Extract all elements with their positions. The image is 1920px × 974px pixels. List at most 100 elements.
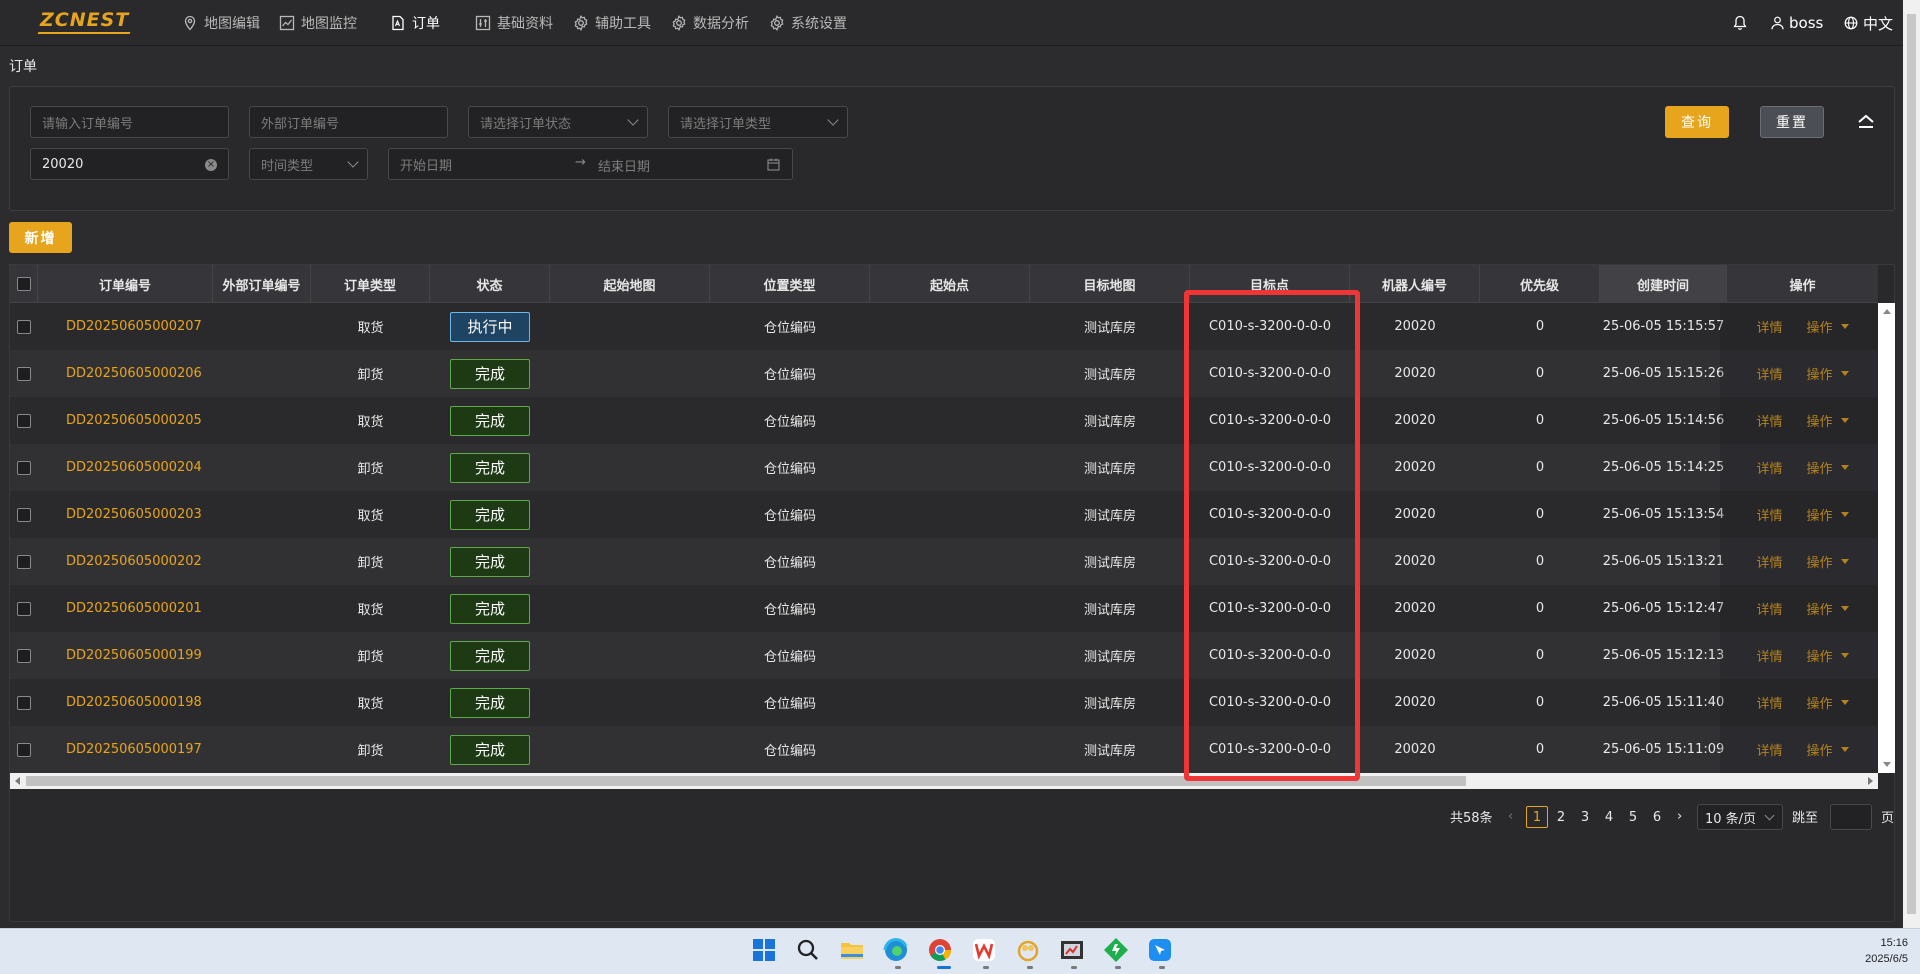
- order-no-input[interactable]: 请输入订单编号: [30, 106, 229, 138]
- table-row[interactable]: DD20250605000207 取货 执行中 仓位编码 测试库房 C010-s-3200…: [10, 303, 1878, 350]
- operation-dropdown[interactable]: 操作: [1807, 458, 1849, 477]
- page-6[interactable]: 6: [1646, 806, 1668, 828]
- date-range-picker[interactable]: 开始日期 → 结束日期: [388, 148, 793, 180]
- col-created-time[interactable]: 创建时间: [1600, 265, 1727, 303]
- screenshot-tool-icon[interactable]: [1058, 936, 1086, 964]
- page-3[interactable]: 3: [1574, 806, 1596, 828]
- operation-dropdown[interactable]: 操作: [1807, 740, 1849, 759]
- page-4[interactable]: 4: [1598, 806, 1620, 828]
- cell-order-no[interactable]: DD20250605000205: [38, 397, 213, 444]
- edge-browser-icon[interactable]: [882, 936, 910, 964]
- chrome-browser-icon[interactable]: [926, 936, 954, 964]
- col-start-map[interactable]: 起始地图: [550, 265, 710, 303]
- order-type-select[interactable]: 请选择订单类型: [668, 106, 848, 138]
- table-row[interactable]: DD20250605000204 卸货 完成 仓位编码 测试库房 C010-s-3200-…: [10, 444, 1878, 491]
- detail-link[interactable]: 详情: [1756, 599, 1782, 618]
- page-5[interactable]: 5: [1622, 806, 1644, 828]
- col-target-point[interactable]: 目标点: [1190, 265, 1350, 303]
- detail-link[interactable]: 详情: [1756, 364, 1782, 383]
- operation-dropdown[interactable]: 操作: [1807, 505, 1849, 524]
- operation-dropdown[interactable]: 操作: [1807, 599, 1849, 618]
- detail-link[interactable]: 详情: [1756, 552, 1782, 571]
- cell-order-no[interactable]: DD20250605000203: [38, 491, 213, 538]
- search-icon[interactable]: [794, 936, 822, 964]
- table-row[interactable]: DD20250605000206 卸货 完成 仓位编码 测试库房 C010-s-3200-…: [10, 350, 1878, 397]
- cell-order-no[interactable]: DD20250605000206: [38, 350, 213, 397]
- table-row[interactable]: DD20250605000202 卸货 完成 仓位编码 测试库房 C010-s-3200-…: [10, 538, 1878, 585]
- row-checkbox[interactable]: [17, 742, 31, 757]
- wps-office-icon[interactable]: [970, 936, 998, 964]
- file-explorer-icon[interactable]: [838, 936, 866, 964]
- feishu-icon[interactable]: [1146, 936, 1174, 964]
- notifications-button[interactable]: [1733, 0, 1747, 46]
- query-button[interactable]: 查询: [1665, 106, 1729, 138]
- cell-order-no[interactable]: DD20250605000199: [38, 632, 213, 679]
- scroll-right-icon[interactable]: [1868, 777, 1873, 785]
- cell-order-no[interactable]: DD20250605000201: [38, 585, 213, 632]
- nav-system-settings[interactable]: 系统设置: [769, 0, 847, 46]
- cell-order-no[interactable]: DD20250605000198: [38, 679, 213, 726]
- page-1[interactable]: 1: [1526, 806, 1548, 828]
- scroll-left-icon[interactable]: [15, 777, 20, 785]
- row-checkbox[interactable]: [17, 460, 31, 475]
- col-target-map[interactable]: 目标地图: [1030, 265, 1190, 303]
- select-all-checkbox[interactable]: [16, 277, 31, 291]
- col-status[interactable]: 状态: [430, 265, 550, 303]
- detail-link[interactable]: 详情: [1756, 505, 1782, 524]
- table-row[interactable]: DD20250605000197 卸货 完成 仓位编码 测试库房 C010-s-3200-…: [10, 726, 1878, 773]
- operation-dropdown[interactable]: 操作: [1807, 317, 1849, 336]
- row-checkbox[interactable]: [17, 413, 31, 428]
- table-row[interactable]: DD20250605000198 取货 完成 仓位编码 测试库房 C010-s-3200-…: [10, 679, 1878, 726]
- table-row[interactable]: DD20250605000205 取货 完成 仓位编码 测试库房 C010-s-3200-…: [10, 397, 1878, 444]
- prev-page-button[interactable]: ‹: [1508, 802, 1513, 830]
- col-location-type[interactable]: 位置类型: [710, 265, 870, 303]
- nav-map-edit[interactable]: 地图编辑: [182, 0, 260, 46]
- nav-data-analysis[interactable]: 数据分析: [671, 0, 749, 46]
- jump-page-input[interactable]: [1830, 804, 1872, 830]
- table-row[interactable]: DD20250605000203 取货 完成 仓位编码 测试库房 C010-s-3200-…: [10, 491, 1878, 538]
- table-horizontal-scrollbar[interactable]: [10, 773, 1878, 789]
- nav-map-monitor[interactable]: 地图监控: [279, 0, 357, 46]
- page-scrollbar[interactable]: [1903, 0, 1920, 928]
- operation-dropdown[interactable]: 操作: [1807, 552, 1849, 571]
- page-scroll-thumb[interactable]: [1907, 14, 1916, 914]
- detail-link[interactable]: 详情: [1756, 317, 1782, 336]
- operation-dropdown[interactable]: 操作: [1807, 411, 1849, 430]
- external-order-no-input[interactable]: 外部订单编号: [249, 106, 448, 138]
- cell-order-no[interactable]: DD20250605000204: [38, 444, 213, 491]
- app-circle-icon[interactable]: [1014, 936, 1042, 964]
- row-checkbox[interactable]: [17, 554, 31, 569]
- cell-order-no[interactable]: DD20250605000197: [38, 726, 213, 773]
- row-checkbox[interactable]: [17, 319, 31, 334]
- detail-link[interactable]: 详情: [1756, 458, 1782, 477]
- collapse-icon[interactable]: [1856, 112, 1876, 132]
- cell-order-no[interactable]: DD20250605000202: [38, 538, 213, 585]
- operation-dropdown[interactable]: 操作: [1807, 693, 1849, 712]
- next-page-button[interactable]: ›: [1677, 802, 1682, 830]
- operation-dropdown[interactable]: 操作: [1807, 646, 1849, 665]
- add-order-button[interactable]: 新增: [9, 222, 72, 253]
- row-checkbox[interactable]: [17, 366, 31, 381]
- nav-aux-tools[interactable]: 辅助工具: [573, 0, 651, 46]
- table-row[interactable]: DD20250605000201 取货 完成 仓位编码 测试库房 C010-s-3200-…: [10, 585, 1878, 632]
- row-checkbox[interactable]: [17, 601, 31, 616]
- language-switch[interactable]: 中文: [1844, 0, 1893, 46]
- user-menu[interactable]: boss: [1771, 0, 1823, 46]
- scroll-down-icon[interactable]: [1883, 762, 1891, 767]
- table-row[interactable]: DD20250605000199 卸货 完成 仓位编码 测试库房 C010-s-3200-…: [10, 632, 1878, 679]
- detail-link[interactable]: 详情: [1756, 740, 1782, 759]
- col-priority[interactable]: 优先级: [1480, 265, 1600, 303]
- robot-no-input[interactable]: 20020 ×: [30, 148, 229, 180]
- detail-link[interactable]: 详情: [1756, 411, 1782, 430]
- detail-link[interactable]: 详情: [1756, 646, 1782, 665]
- page-2[interactable]: 2: [1550, 806, 1572, 828]
- nav-orders[interactable]: 订单: [390, 0, 440, 46]
- scroll-up-icon[interactable]: [1883, 309, 1891, 314]
- page-size-select[interactable]: 10 条/页: [1697, 804, 1783, 830]
- row-checkbox[interactable]: [17, 648, 31, 663]
- scroll-thumb[interactable]: [26, 776, 1466, 786]
- cell-order-no[interactable]: DD20250605000207: [38, 303, 213, 350]
- row-checkbox[interactable]: [17, 695, 31, 710]
- col-robot-no[interactable]: 机器人编号: [1350, 265, 1480, 303]
- col-order-type[interactable]: 订单类型: [311, 265, 430, 303]
